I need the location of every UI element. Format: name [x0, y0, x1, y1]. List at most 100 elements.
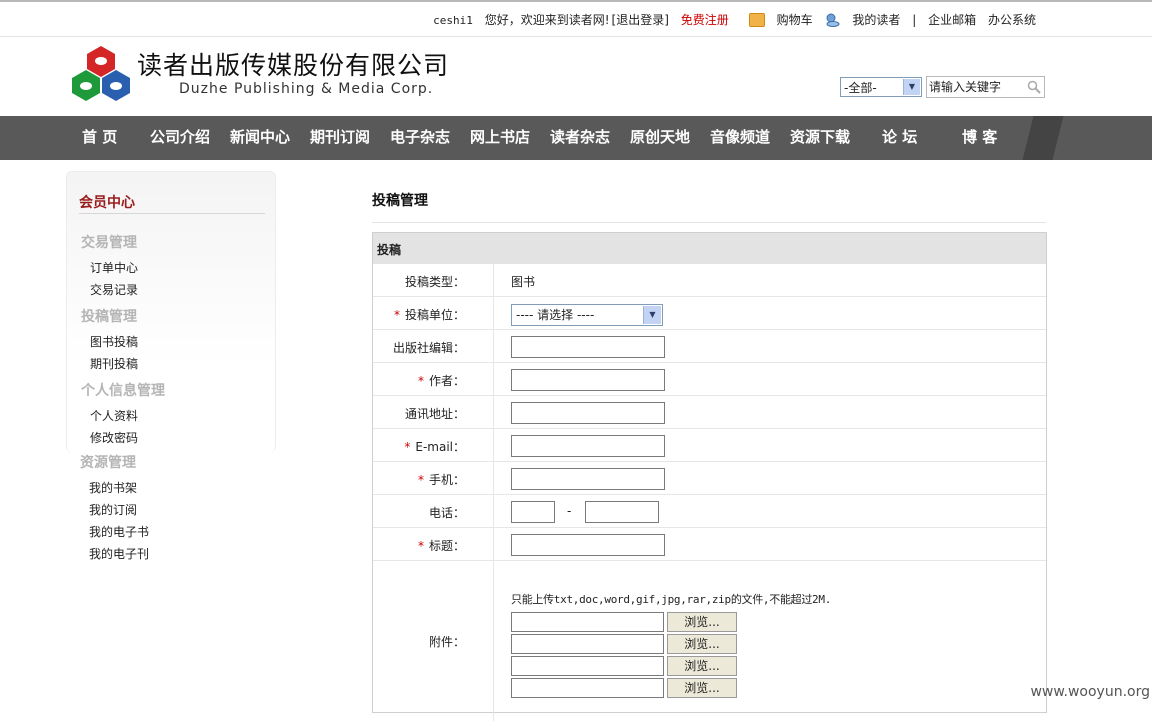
- browse-button[interactable]: 浏览...: [667, 678, 737, 698]
- file-path-input[interactable]: [511, 656, 664, 676]
- sidebar-item-bookshelf[interactable]: 我的书架: [89, 479, 137, 496]
- email-field[interactable]: [511, 435, 665, 457]
- chevron-down-icon: ▼: [643, 306, 661, 324]
- unit-label-text: 投稿单位：: [404, 308, 465, 322]
- nav-original[interactable]: 原创天地: [630, 126, 690, 147]
- nav-emagazine[interactable]: 电子杂志: [390, 126, 450, 147]
- email-label: * E-mail：: [345, 438, 465, 455]
- browse-button[interactable]: 浏览...: [667, 656, 737, 676]
- required-mark: *: [417, 374, 424, 388]
- watermark: www.wooyun.org: [1030, 684, 1150, 700]
- browse-button[interactable]: 浏览...: [667, 612, 737, 632]
- title-label: * 标题：: [345, 537, 465, 554]
- form-row-attachments: 附件： 只能上传txt,doc,word,gif,jpg,rar,zip的文件,…: [373, 561, 1046, 721]
- file-path-input[interactable]: [511, 612, 664, 632]
- form-row-title: * 标题：: [373, 528, 1046, 561]
- nav-news[interactable]: 新闻中心: [230, 126, 290, 147]
- register-link[interactable]: 免费注册: [681, 13, 729, 27]
- file-path-input[interactable]: [511, 634, 664, 654]
- title-input[interactable]: [511, 534, 665, 556]
- row-separator: [493, 561, 494, 721]
- nav-subscribe[interactable]: 期刊订阅: [310, 126, 370, 147]
- address-input[interactable]: [511, 402, 665, 424]
- row-separator: [493, 264, 494, 296]
- author-input[interactable]: [511, 369, 665, 391]
- mobile-label: * 手机：: [345, 471, 465, 488]
- company-name-cn: 读者出版传媒股份有限公司: [137, 51, 450, 80]
- sidebar-divider: [79, 213, 265, 214]
- logout-link[interactable]: [退出登录]: [612, 13, 669, 27]
- form-row-email: * E-mail：: [373, 429, 1046, 462]
- nav-duzhe-magazine[interactable]: 读者杂志: [550, 126, 610, 147]
- member-sidebar: 会员中心 交易管理 订单中心 交易记录 投稿管理 图书投稿 期刊投稿 个人信息管…: [66, 171, 276, 452]
- sidebar-item-book-submission[interactable]: 图书投稿: [90, 333, 138, 350]
- cart-link[interactable]: 购物车: [741, 13, 813, 27]
- nav-audio-video[interactable]: 音像频道: [710, 126, 770, 147]
- title-divider: [372, 222, 1046, 223]
- nav-bookstore[interactable]: 网上书店: [470, 126, 530, 147]
- attach-label: 附件：: [428, 635, 465, 649]
- form-row-phone: 电话： -: [373, 495, 1046, 528]
- username: ceshi1: [433, 14, 473, 27]
- top-divider: |: [912, 13, 917, 27]
- required-mark: *: [417, 473, 424, 487]
- nav-home[interactable]: 首 页: [82, 126, 117, 147]
- row-separator: [493, 396, 494, 428]
- title-label-text: 标题：: [428, 539, 465, 553]
- mobile-label-text: 手机：: [428, 473, 465, 487]
- form-header: 投稿: [373, 232, 1046, 264]
- type-label: 投稿类型：: [404, 275, 465, 289]
- phone-dash: -: [567, 504, 572, 518]
- unit-select[interactable]: ---- 请选择 ---- ▼: [511, 304, 663, 326]
- form-row-type: 投稿类型： 图书: [373, 264, 1046, 297]
- search-icon[interactable]: [1027, 80, 1041, 94]
- row-separator: [493, 495, 494, 527]
- mobile-input[interactable]: [511, 468, 665, 490]
- file-path-input[interactable]: [511, 678, 664, 698]
- office-link[interactable]: 办公系统: [988, 13, 1036, 27]
- sidebar-title: 会员中心: [79, 195, 135, 211]
- sidebar-item-orders[interactable]: 订单中心: [90, 259, 138, 276]
- sidebar-item-transactions[interactable]: 交易记录: [90, 281, 138, 298]
- nav-blog[interactable]: 博 客: [962, 126, 997, 147]
- search-scope-value: -全部-: [844, 81, 877, 95]
- required-mark: *: [404, 440, 411, 454]
- form-row-editor: 出版社编辑：: [373, 330, 1046, 363]
- sidebar-item-ebooks[interactable]: 我的电子书: [89, 523, 149, 540]
- editor-input[interactable]: [511, 336, 665, 358]
- nav-about[interactable]: 公司介绍: [150, 126, 210, 147]
- sidebar-group-profile: 个人信息管理: [81, 383, 165, 399]
- row-separator: [493, 462, 494, 494]
- nav-decoration: [1022, 116, 1064, 160]
- top-bar: ceshi1 您好，欢迎来到读者网! [退出登录] 免费注册 购物车 我的读者 |…: [0, 0, 1152, 37]
- browse-button[interactable]: 浏览...: [667, 634, 737, 654]
- author-label-text: 作者：: [428, 374, 465, 388]
- my-reader-label: 我的读者: [852, 13, 901, 27]
- people-icon: [826, 13, 840, 27]
- row-separator: [493, 330, 494, 362]
- mail-link[interactable]: 企业邮箱: [928, 13, 976, 27]
- cart-label: 购物车: [776, 13, 813, 27]
- author-label: * 作者：: [345, 372, 465, 389]
- sidebar-group-trade: 交易管理: [81, 235, 137, 251]
- phone-area-input[interactable]: [511, 501, 555, 523]
- sidebar-item-journal-submission[interactable]: 期刊投稿: [90, 355, 138, 372]
- main-nav: 首 页 公司介绍 新闻中心 期刊订阅 电子杂志 网上书店 读者杂志 原创天地 音…: [0, 116, 1152, 160]
- logo-icon[interactable]: [70, 45, 132, 103]
- sidebar-group-resources: 资源管理: [80, 455, 136, 471]
- nav-downloads[interactable]: 资源下载: [790, 126, 850, 147]
- sidebar-item-emagazines[interactable]: 我的电子刊: [89, 545, 149, 562]
- search-input[interactable]: 请输入关键字: [926, 76, 1045, 98]
- nav-forum[interactable]: 论 坛: [882, 126, 917, 147]
- phone-number-input[interactable]: [585, 501, 659, 523]
- editor-label: 出版社编辑：: [392, 341, 465, 355]
- sidebar-item-subscriptions[interactable]: 我的订阅: [89, 501, 137, 518]
- my-reader-link[interactable]: 我的读者: [824, 13, 900, 27]
- search-scope-select[interactable]: -全部- ▼: [840, 77, 922, 97]
- page-title: 投稿管理: [372, 193, 428, 209]
- form-row-address: 通讯地址：: [373, 396, 1046, 429]
- row-separator: [493, 528, 494, 560]
- sidebar-item-password[interactable]: 修改密码: [90, 429, 138, 446]
- sidebar-item-profile[interactable]: 个人资料: [90, 407, 138, 424]
- required-mark: *: [393, 308, 400, 322]
